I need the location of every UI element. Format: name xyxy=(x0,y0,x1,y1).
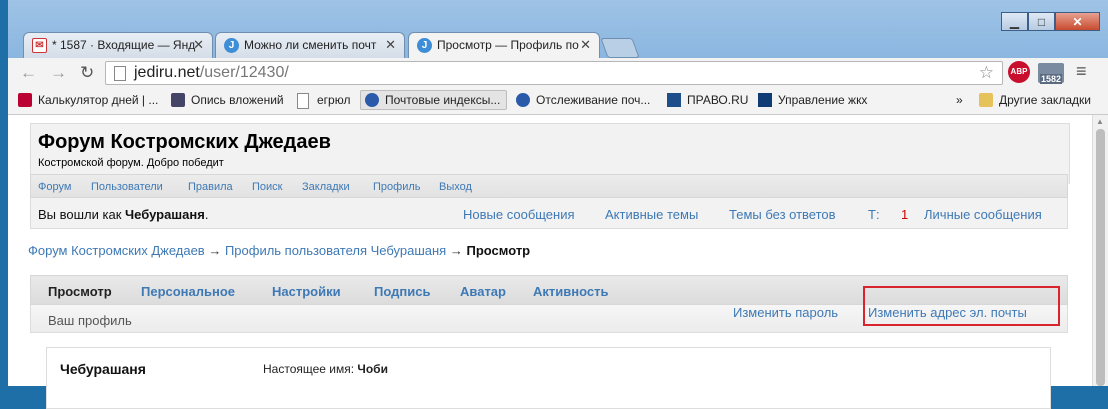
vertical-scrollbar[interactable]: ▲ xyxy=(1092,115,1108,386)
crumb-current: Просмотр xyxy=(466,243,531,258)
tab-personal[interactable]: Персональное xyxy=(141,284,235,299)
bookmark-item[interactable]: Почтовые индексы... xyxy=(360,90,508,110)
menu-icon[interactable]: ≡ xyxy=(1076,61,1087,82)
menu-users[interactable]: Пользователи xyxy=(91,181,163,193)
status-bar: Вы вошли как Чебурашаня. Новые сообщения… xyxy=(30,198,1068,229)
back-icon[interactable]: ← xyxy=(20,63,37,83)
j-icon: J xyxy=(224,38,239,53)
star-icon[interactable]: ☆ xyxy=(979,63,994,83)
adblock-icon[interactable]: ABP xyxy=(1008,61,1030,83)
username: Чебурашаня xyxy=(125,207,205,222)
more-bookmarks-button[interactable]: » xyxy=(956,93,963,107)
tab-view[interactable]: Просмотр xyxy=(48,284,112,299)
web-page: Форум Костромских Джедаев Костромской фо… xyxy=(8,115,1092,409)
crumb-forum[interactable]: Форум Костромских Джедаев xyxy=(28,243,205,258)
housing-icon xyxy=(758,93,772,107)
bookmark-item[interactable]: Калькулятор дней | ... xyxy=(18,93,158,107)
bookmark-item[interactable]: ПРАВО.RU xyxy=(667,93,748,107)
your-profile-label: Ваш профиль xyxy=(48,313,132,328)
messages-link[interactable]: Личные сообщения xyxy=(924,207,1042,222)
close-icon[interactable]: ✕ xyxy=(580,37,591,53)
bookmark-item[interactable]: Управление жкх xyxy=(758,93,867,107)
tab-mail[interactable]: ✉ * 1587 · Входящие — Янд ✕ xyxy=(23,32,213,58)
bookmark-item[interactable]: Отслеживание поч... xyxy=(516,93,650,107)
forward-icon[interactable]: → xyxy=(50,63,67,83)
menu-forum[interactable]: Форум xyxy=(38,181,71,193)
folder-icon xyxy=(979,93,993,107)
profile-card: Чебурашаня Настоящее имя: Чоби xyxy=(46,347,1051,409)
other-bookmarks[interactable]: Другие закладки xyxy=(979,93,1091,107)
unanswered-link[interactable]: Темы без ответов xyxy=(729,207,836,222)
tab-activity[interactable]: Активность xyxy=(533,284,608,299)
reload-icon[interactable]: ↻ xyxy=(80,63,94,83)
menu-search[interactable]: Поиск xyxy=(252,181,282,193)
active-topics-link[interactable]: Активные темы xyxy=(605,207,698,222)
eagle-icon xyxy=(516,93,530,107)
tab-signature[interactable]: Подпись xyxy=(374,284,430,299)
t-count[interactable]: 1 xyxy=(901,207,908,222)
navigation-bar: ← → ↻ jediru.net/user/12430/ ☆ ABP 1582 … xyxy=(8,58,1108,88)
address-bar[interactable]: jediru.net/user/12430/ ☆ xyxy=(105,61,1003,85)
url-host: jediru.net xyxy=(134,64,200,81)
tab-title: Просмотр — Профиль по xyxy=(437,38,579,52)
pravo-icon xyxy=(667,93,681,107)
menu-logout[interactable]: Выход xyxy=(439,181,472,193)
highlight-box xyxy=(863,286,1060,326)
breadcrumb: Форум Костромских Джедаев → Профиль поль… xyxy=(28,243,531,258)
page-icon xyxy=(114,66,126,81)
j-icon: J xyxy=(417,38,432,53)
tab-strip: ✉ * 1587 · Входящие — Янд ✕ J Можно ли с… xyxy=(8,0,1108,58)
minimize-button[interactable]: ▁ xyxy=(1001,12,1028,31)
scroll-thumb[interactable] xyxy=(1096,129,1105,386)
maximize-button[interactable]: □ xyxy=(1028,12,1055,31)
mail-count-badge: 1582 xyxy=(1040,74,1063,84)
mail-icon: ✉ xyxy=(32,38,47,53)
forum-description: Костромской форум. Добро победит xyxy=(38,157,224,169)
eagle-icon xyxy=(365,93,379,107)
logged-in-text: Вы вошли как Чебурашаня. xyxy=(38,207,209,222)
page-icon xyxy=(297,93,309,109)
calculator-icon xyxy=(171,93,185,107)
menu-bookmarks[interactable]: Закладки xyxy=(302,181,350,193)
window-controls: ▁ □ ✕ xyxy=(1001,12,1100,32)
mail-extension-icon[interactable]: 1582 xyxy=(1038,63,1064,84)
close-icon[interactable]: ✕ xyxy=(385,37,396,53)
close-icon[interactable]: ✕ xyxy=(193,37,204,53)
forum-menu: Форум Пользователи Правила Поиск Закладк… xyxy=(30,174,1068,198)
scroll-up-icon[interactable]: ▲ xyxy=(1096,117,1104,126)
real-name: Настоящее имя: Чоби xyxy=(263,362,388,376)
bookmarks-bar: Калькулятор дней | ... Опись вложений ег… xyxy=(8,88,1108,115)
profile-name: Чебурашаня xyxy=(60,361,146,377)
close-window-button[interactable]: ✕ xyxy=(1055,12,1100,31)
t-label: Т: xyxy=(868,207,880,222)
tab-question[interactable]: J Можно ли сменить почт ✕ xyxy=(215,32,405,58)
bookmark-item[interactable]: егрюл xyxy=(297,93,350,109)
tab-avatar[interactable]: Аватар xyxy=(460,284,506,299)
tab-title: * 1587 · Входящие — Янд xyxy=(52,38,196,52)
menu-profile[interactable]: Профиль xyxy=(373,181,421,193)
new-tab-button[interactable] xyxy=(600,38,640,58)
calendar-icon xyxy=(18,93,32,107)
forum-title: Форум Костромских Джедаев xyxy=(38,131,331,153)
crumb-profile[interactable]: Профиль пользователя Чебурашаня xyxy=(225,243,446,258)
bookmark-item[interactable]: Опись вложений xyxy=(171,93,284,107)
browser-window: ✉ * 1587 · Входящие — Янд ✕ J Можно ли с… xyxy=(8,0,1108,409)
url-path: /user/12430/ xyxy=(199,64,289,81)
new-posts-link[interactable]: Новые сообщения xyxy=(463,207,575,222)
menu-rules[interactable]: Правила xyxy=(188,181,233,193)
change-password-link[interactable]: Изменить пароль xyxy=(733,305,838,320)
tab-profile[interactable]: J Просмотр — Профиль по ✕ xyxy=(408,32,600,58)
tab-settings[interactable]: Настройки xyxy=(272,284,341,299)
tab-title: Можно ли сменить почт xyxy=(244,38,377,52)
